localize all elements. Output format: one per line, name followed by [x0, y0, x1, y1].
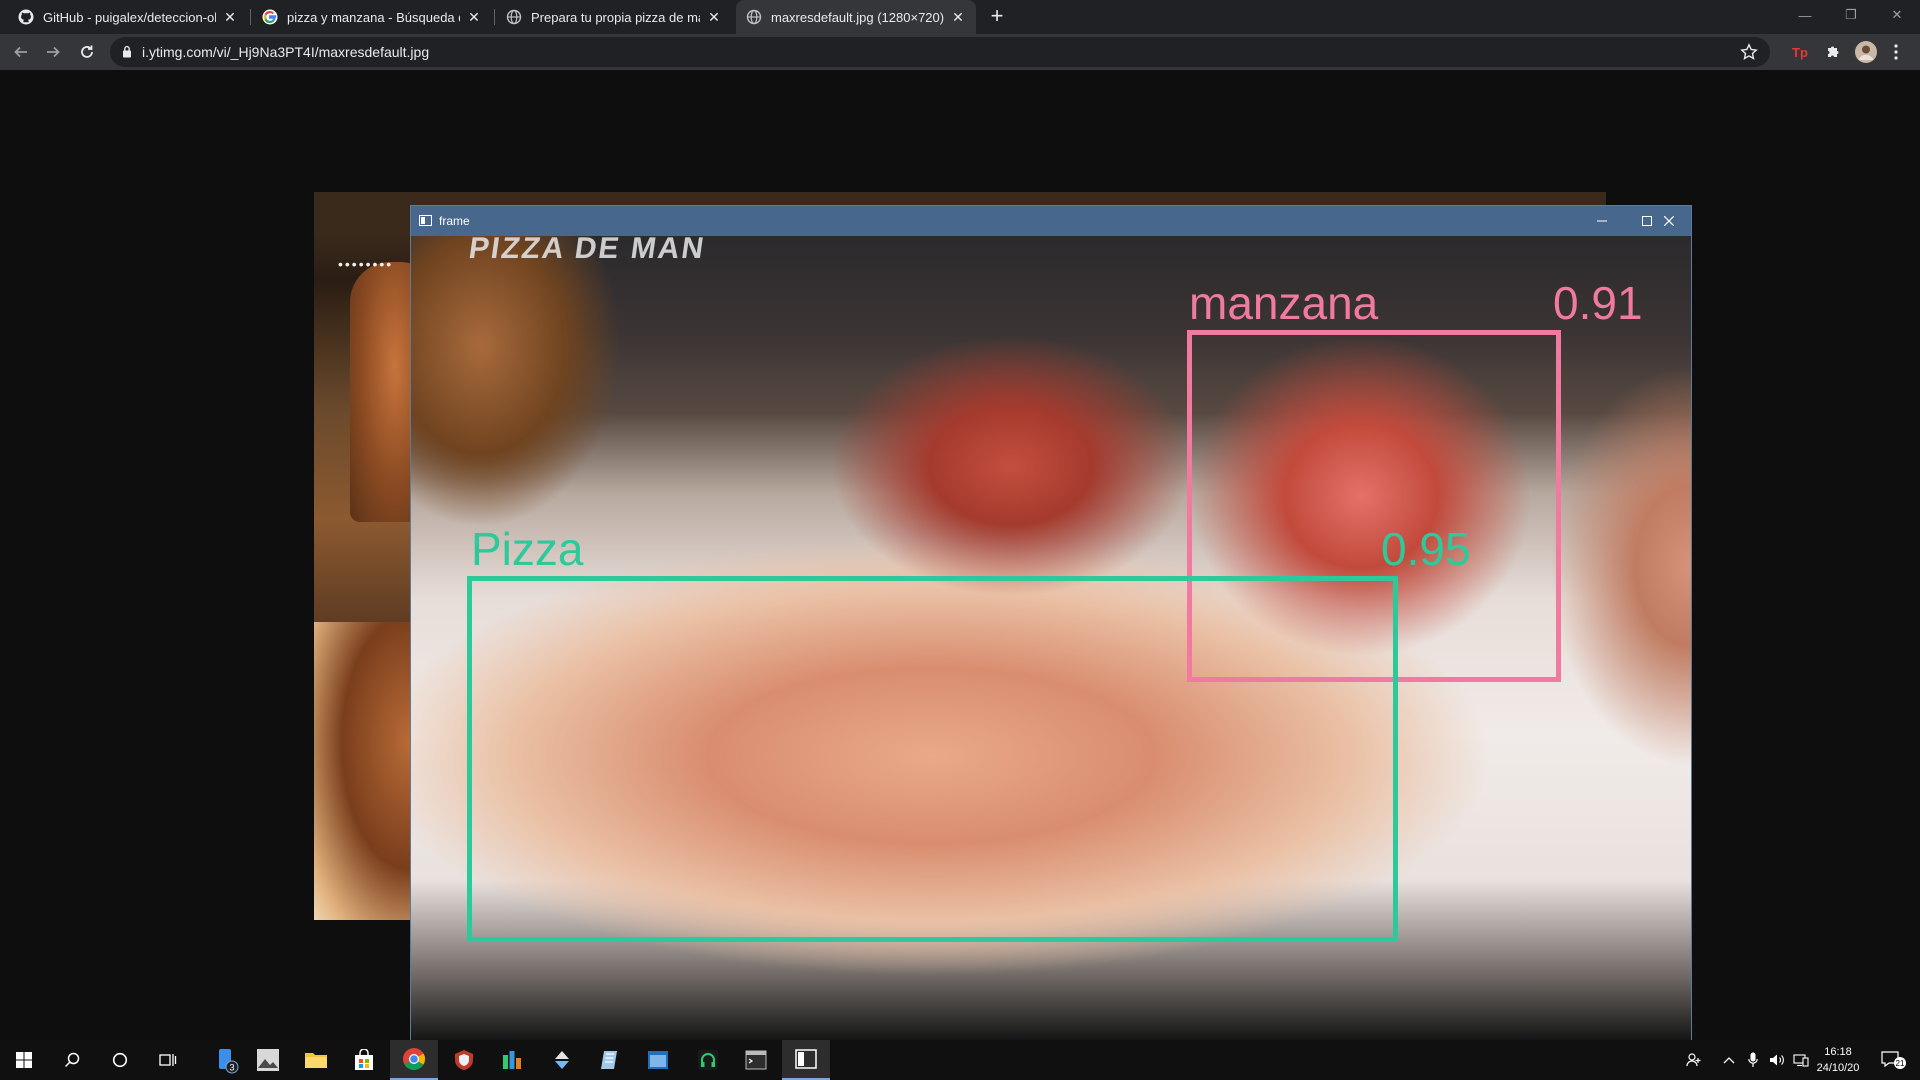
browser-toolbar: i.ytimg.com/vi/_Hj9Na3PT4I/maxresdefault…: [0, 34, 1920, 70]
arrow-left-icon: [14, 46, 27, 58]
taskbar-app-headphones[interactable]: [684, 1040, 732, 1080]
shopping-bag-icon: [355, 1049, 373, 1070]
window-app-icon: [419, 215, 432, 226]
notification-count: 21: [1896, 1059, 1905, 1068]
tab-title: maxresdefault.jpg (1280×720): [771, 9, 944, 25]
opencv-window-icon: [795, 1049, 817, 1069]
taskbar-app-terminal[interactable]: [732, 1040, 780, 1080]
tab-separator: [494, 9, 495, 25]
extension-tp-icon[interactable]: Tp: [1790, 42, 1810, 62]
close-window-icon[interactable]: ✕: [1874, 0, 1920, 30]
chevron-up-icon[interactable]: [1718, 1040, 1740, 1080]
people-icon[interactable]: [1682, 1040, 1706, 1080]
avatar[interactable]: [1854, 40, 1878, 64]
extensions-puzzle-icon[interactable]: [1823, 42, 1843, 62]
bar-chart-icon: [503, 1051, 521, 1069]
github-icon: [18, 9, 34, 25]
opencv-window: frame PIZZA DE MAN manzana 0.91 Pizza 0.…: [410, 205, 1692, 1041]
close-tab-icon[interactable]: ✕: [222, 9, 238, 25]
terminal-icon: [745, 1050, 767, 1070]
cortana-icon: [112, 1052, 128, 1068]
notification-center-button[interactable]: 21: [1874, 1040, 1914, 1080]
clock-time: 16:18: [1824, 1046, 1852, 1058]
video-frame: PIZZA DE MAN manzana 0.91 Pizza 0.95: [411, 236, 1691, 1041]
back-button[interactable]: [8, 40, 34, 64]
task-view-button[interactable]: [144, 1040, 192, 1080]
image-app-icon: [257, 1049, 279, 1071]
taskbar: 3 16:18 24/10/20 21: [0, 1040, 1920, 1080]
taskbar-app-frame-window[interactable]: [782, 1040, 830, 1080]
dotted-line: ••••••••: [338, 256, 394, 272]
taskbar-app-paint[interactable]: [244, 1040, 292, 1080]
taskbar-app-chart[interactable]: [488, 1040, 536, 1080]
address-bar[interactable]: i.ytimg.com/vi/_Hj9Na3PT4I/maxresdefault…: [110, 37, 1770, 67]
close-tab-icon[interactable]: ✕: [466, 9, 482, 25]
phone-app-icon: 3: [219, 1049, 239, 1074]
minimize-icon[interactable]: —: [1782, 0, 1828, 30]
close-tab-icon[interactable]: ✕: [706, 9, 722, 25]
tab-separator: [250, 9, 251, 25]
tab-recipe[interactable]: Prepara tu propia pizza de manzana ✕: [496, 0, 732, 34]
pizza-bounding-box: [467, 576, 1398, 942]
task-view-icon: [159, 1054, 177, 1066]
frame-caption: PIZZA DE MAN: [466, 236, 708, 265]
apple-score: 0.91: [1553, 277, 1643, 329]
window-title: frame: [439, 214, 470, 228]
start-button[interactable]: [0, 1040, 48, 1080]
tab-title: Prepara tu propia pizza de manzana: [531, 9, 700, 25]
forward-button[interactable]: [40, 40, 66, 64]
chrome-icon: [403, 1048, 425, 1070]
pizza-score: 0.95: [1381, 523, 1471, 575]
tab-title: pizza y manzana - Búsqueda de: [287, 9, 460, 25]
arrow-right-icon: [47, 46, 60, 58]
app-badge: 3: [229, 1063, 234, 1073]
globe-icon: [746, 9, 762, 25]
notification-icon: 21: [1881, 1051, 1906, 1069]
window-app-icon: [648, 1051, 668, 1069]
window-titlebar[interactable]: frame: [411, 206, 1691, 236]
bookmark-star-icon[interactable]: [1740, 43, 1758, 61]
reload-icon: [81, 45, 93, 58]
windows-logo-icon: [16, 1052, 32, 1068]
globe-icon: [506, 9, 522, 25]
taskbar-app-store[interactable]: 3: [202, 1040, 250, 1080]
clock-date: 24/10/20: [1816, 1062, 1860, 1074]
new-tab-button[interactable]: +: [985, 5, 1009, 29]
search-icon: [64, 1052, 80, 1068]
kebab-menu-icon[interactable]: [1886, 42, 1906, 62]
reload-button[interactable]: [74, 40, 100, 64]
folder-icon: [305, 1053, 327, 1068]
tab-google[interactable]: pizza y manzana - Búsqueda de ✕: [252, 0, 492, 34]
cortana-button[interactable]: [96, 1040, 144, 1080]
apple-label: manzana: [1189, 277, 1379, 329]
search-button[interactable]: [48, 1040, 96, 1080]
tab-github[interactable]: GitHub - puigalex/deteccion-obj ✕: [8, 0, 248, 34]
url-text[interactable]: i.ytimg.com/vi/_Hj9Na3PT4I/maxresdefault…: [142, 44, 429, 60]
lock-icon: [123, 45, 131, 58]
restore-icon[interactable]: ❐: [1828, 0, 1874, 30]
microphone-icon[interactable]: [1742, 1040, 1764, 1080]
pizza-label: Pizza: [471, 523, 584, 575]
taskbar-app-chrome[interactable]: [390, 1040, 438, 1080]
transfer-icon: [555, 1051, 569, 1069]
close-tab-icon[interactable]: ✕: [950, 9, 966, 25]
shield-icon: [455, 1050, 473, 1070]
tab-image[interactable]: maxresdefault.jpg (1280×720) ✕: [736, 0, 976, 34]
taskbar-app-pen[interactable]: [586, 1040, 634, 1080]
minimize-icon[interactable]: [1579, 206, 1624, 236]
close-window-icon[interactable]: [1646, 206, 1691, 236]
headphones-icon: [698, 1050, 718, 1070]
notebook-icon: [601, 1051, 617, 1069]
tab-strip: GitHub - puigalex/deteccion-obj ✕ pizza …: [0, 0, 1920, 34]
google-icon: [262, 9, 278, 25]
svg-text:Tp: Tp: [1792, 45, 1808, 60]
taskbar-app-store[interactable]: [340, 1040, 388, 1080]
taskbar-app-explorer[interactable]: [292, 1040, 340, 1080]
volume-icon[interactable]: [1766, 1040, 1788, 1080]
tab-title: GitHub - puigalex/deteccion-obj: [43, 9, 216, 25]
taskbar-app-arrows[interactable]: [538, 1040, 586, 1080]
taskbar-app-shield[interactable]: [440, 1040, 488, 1080]
clock[interactable]: 16:18 24/10/20: [1808, 1044, 1868, 1076]
taskbar-app-window[interactable]: [634, 1040, 682, 1080]
